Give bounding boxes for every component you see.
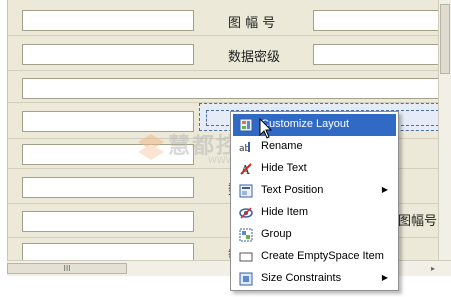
wide-text-field[interactable] [22, 78, 439, 99]
text-field[interactable] [22, 177, 194, 198]
row-divider [8, 35, 439, 36]
menu-item-label: Size Constraints [261, 272, 342, 284]
menu-item-label: Hide Text [261, 162, 307, 174]
row-divider [8, 70, 439, 71]
label-figure-number-2: 图幅号 [398, 214, 438, 229]
secret-level-field[interactable] [313, 44, 439, 65]
menu-item-hide-text[interactable]: A Hide Text [233, 158, 396, 180]
horizontal-scroll-thumb[interactable]: III [7, 263, 127, 274]
menu-item-group[interactable]: Group [233, 224, 396, 246]
text-field[interactable] [22, 211, 194, 232]
scroll-grip-icon: III [63, 264, 71, 273]
menu-item-label: Group [261, 228, 292, 240]
size-constraints-icon [239, 272, 253, 286]
submenu-arrow-icon: ▶ [381, 185, 388, 194]
vertical-scrollbar[interactable] [438, 0, 451, 260]
mouse-cursor-icon [259, 118, 273, 139]
text-field[interactable] [22, 44, 194, 65]
menu-item-hide-item[interactable]: Hide Item [233, 202, 396, 224]
scroll-right-arrow-icon[interactable]: ▸ [431, 261, 435, 276]
menu-item-size-constraints[interactable]: Size Constraints ▶ [233, 268, 396, 290]
text-position-icon [239, 184, 253, 198]
menu-item-create-emptyspace[interactable]: Create EmptySpace Item [233, 246, 396, 268]
empty-space-icon [239, 252, 253, 262]
figure-number-field[interactable] [313, 10, 439, 31]
rename-icon: ab [239, 142, 251, 154]
context-menu: Customize Layout ab Rename A Hide Text T… [230, 111, 399, 291]
menu-item-label: Rename [261, 140, 303, 152]
hide-text-icon: A [240, 163, 252, 176]
menu-item-label: Hide Item [261, 206, 309, 218]
hide-item-icon [239, 207, 253, 219]
customize-layout-icon [239, 118, 253, 132]
submenu-arrow-icon: ▶ [381, 273, 388, 282]
menu-item-rename[interactable]: ab Rename [233, 136, 396, 158]
menu-item-label: Text Position [261, 184, 324, 196]
watermark-logo-icon [138, 134, 164, 160]
text-field[interactable] [22, 243, 194, 260]
label-figure-number: 图 幅 号 [228, 16, 276, 31]
label-secret-level: 数据密级 [228, 50, 281, 65]
menu-item-label: Customize Layout [261, 118, 350, 130]
vertical-scroll-thumb[interactable] [440, 4, 450, 74]
menu-item-text-position[interactable]: Text Position ▶ [233, 180, 396, 202]
text-field[interactable] [22, 10, 194, 31]
menu-item-label: Create EmptySpace Item [261, 250, 384, 262]
group-icon [239, 228, 253, 242]
menu-item-customize-layout[interactable]: Customize Layout [233, 114, 396, 136]
